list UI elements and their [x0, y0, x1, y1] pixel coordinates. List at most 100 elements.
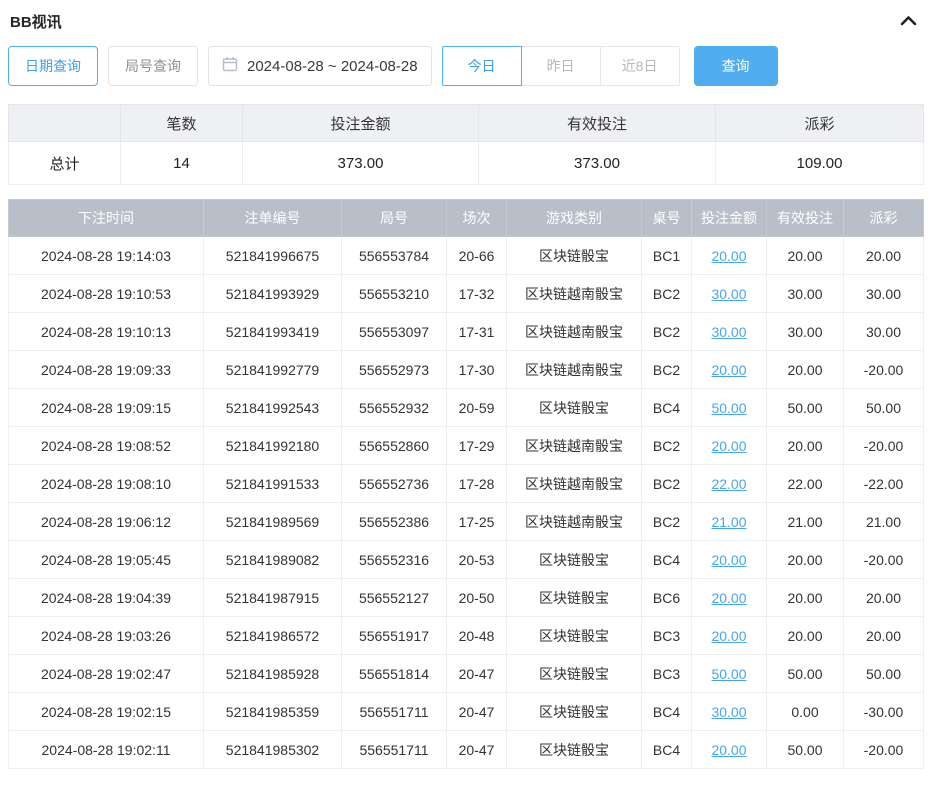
cell-order-number: 521841985928	[204, 655, 342, 693]
table-row: 2024-08-28 19:08:10 521841991533 5565527…	[9, 465, 924, 503]
table-row: 2024-08-28 19:09:33 521841992779 5565529…	[9, 351, 924, 389]
bet-amount-link[interactable]: 22.00	[711, 476, 746, 492]
summary-total-bet-amount: 373.00	[243, 142, 479, 185]
cell-session: 20-47	[447, 693, 507, 731]
cell-valid-bet: 21.00	[767, 503, 844, 541]
cell-order-number: 521841989569	[204, 503, 342, 541]
bet-amount-link[interactable]: 50.00	[711, 666, 746, 682]
range-today-button[interactable]: 今日	[442, 46, 522, 86]
cell-bet-time: 2024-08-28 19:02:11	[9, 731, 204, 769]
cell-round-number: 556552316	[342, 541, 447, 579]
cell-bet-time: 2024-08-28 19:09:15	[9, 389, 204, 427]
table-row: 2024-08-28 19:14:03 521841996675 5565537…	[9, 237, 924, 275]
cell-valid-bet: 50.00	[767, 655, 844, 693]
cell-table-number: BC4	[642, 731, 692, 769]
cell-valid-bet: 20.00	[767, 541, 844, 579]
cell-game-type: 区块链骰宝	[507, 655, 642, 693]
cell-bet-amount: 30.00	[692, 693, 767, 731]
bet-amount-link[interactable]: 20.00	[711, 552, 746, 568]
table-row: 2024-08-28 19:10:53 521841993929 5565532…	[9, 275, 924, 313]
cell-table-number: BC2	[642, 503, 692, 541]
summary-total-count: 14	[121, 142, 243, 185]
cell-valid-bet: 50.00	[767, 389, 844, 427]
cell-table-number: BC4	[642, 541, 692, 579]
cell-session: 17-29	[447, 427, 507, 465]
header-table-number: 桌号	[642, 200, 692, 237]
cell-bet-time: 2024-08-28 19:06:12	[9, 503, 204, 541]
cell-game-type: 区块链骰宝	[507, 617, 642, 655]
cell-bet-time: 2024-08-28 19:14:03	[9, 237, 204, 275]
range-last8days-button[interactable]: 近8日	[600, 46, 680, 86]
cell-game-type: 区块链越南骰宝	[507, 275, 642, 313]
cell-game-type: 区块链越南骰宝	[507, 313, 642, 351]
bet-amount-link[interactable]: 20.00	[711, 362, 746, 378]
cell-payout: 21.00	[844, 503, 924, 541]
cell-bet-amount: 50.00	[692, 389, 767, 427]
header-bet-time: 下注时间	[9, 200, 204, 237]
cell-game-type: 区块链越南骰宝	[507, 465, 642, 503]
summary-header-payout: 派彩	[716, 105, 924, 142]
cell-bet-amount: 20.00	[692, 351, 767, 389]
cell-payout: 50.00	[844, 389, 924, 427]
page-title: BB视讯	[10, 11, 62, 32]
cell-bet-amount: 20.00	[692, 237, 767, 275]
bet-amount-link[interactable]: 21.00	[711, 514, 746, 530]
cell-table-number: BC2	[642, 275, 692, 313]
cell-valid-bet: 30.00	[767, 313, 844, 351]
bb-video-panel: BB视讯 日期查询 局号查询 2024-08-28 ~ 2024-08-28 今…	[0, 0, 931, 789]
bet-table-body: 2024-08-28 19:14:03 521841996675 5565537…	[9, 237, 924, 769]
summary-total-valid-bet: 373.00	[479, 142, 716, 185]
cell-order-number: 521841993929	[204, 275, 342, 313]
summary-table: 笔数 投注金额 有效投注 派彩 总计 14 373.00 373.00 109.…	[8, 104, 924, 185]
date-range-picker[interactable]: 2024-08-28 ~ 2024-08-28	[208, 46, 432, 86]
round-query-button[interactable]: 局号查询	[108, 46, 198, 86]
cell-bet-amount: 20.00	[692, 541, 767, 579]
cell-order-number: 521841987915	[204, 579, 342, 617]
cell-bet-time: 2024-08-28 19:04:39	[9, 579, 204, 617]
date-query-button[interactable]: 日期查询	[8, 46, 98, 86]
table-row: 2024-08-28 19:06:12 521841989569 5565523…	[9, 503, 924, 541]
bet-amount-link[interactable]: 30.00	[711, 324, 746, 340]
cell-valid-bet: 20.00	[767, 617, 844, 655]
cell-payout: 50.00	[844, 655, 924, 693]
cell-bet-amount: 30.00	[692, 313, 767, 351]
cell-order-number: 521841992779	[204, 351, 342, 389]
cell-bet-time: 2024-08-28 19:09:33	[9, 351, 204, 389]
header-session: 场次	[447, 200, 507, 237]
bet-amount-link[interactable]: 50.00	[711, 400, 746, 416]
bet-amount-link[interactable]: 30.00	[711, 704, 746, 720]
cell-valid-bet: 20.00	[767, 579, 844, 617]
cell-table-number: BC3	[642, 655, 692, 693]
cell-session: 17-31	[447, 313, 507, 351]
table-row: 2024-08-28 19:03:26 521841986572 5565519…	[9, 617, 924, 655]
bet-table-header-row: 下注时间 注单编号 局号 场次 游戏类别 桌号 投注金额 有效投注 派彩	[9, 200, 924, 237]
cell-session: 20-47	[447, 731, 507, 769]
bet-amount-link[interactable]: 20.00	[711, 742, 746, 758]
table-row: 2024-08-28 19:05:45 521841989082 5565523…	[9, 541, 924, 579]
cell-bet-amount: 22.00	[692, 465, 767, 503]
bet-amount-link[interactable]: 20.00	[711, 590, 746, 606]
cell-payout: -30.00	[844, 693, 924, 731]
bet-amount-link[interactable]: 20.00	[711, 628, 746, 644]
bet-amount-link[interactable]: 30.00	[711, 286, 746, 302]
summary-total-row: 总计 14 373.00 373.00 109.00	[9, 142, 924, 185]
cell-session: 20-59	[447, 389, 507, 427]
cell-table-number: BC2	[642, 427, 692, 465]
cell-bet-amount: 20.00	[692, 731, 767, 769]
bet-records-table: 下注时间 注单编号 局号 场次 游戏类别 桌号 投注金额 有效投注 派彩 202…	[8, 199, 924, 769]
cell-payout: 20.00	[844, 617, 924, 655]
cell-session: 20-53	[447, 541, 507, 579]
bet-amount-link[interactable]: 20.00	[711, 438, 746, 454]
cell-round-number: 556552973	[342, 351, 447, 389]
cell-session: 20-48	[447, 617, 507, 655]
cell-order-number: 521841993419	[204, 313, 342, 351]
cell-valid-bet: 30.00	[767, 275, 844, 313]
cell-order-number: 521841992543	[204, 389, 342, 427]
bet-amount-link[interactable]: 20.00	[711, 248, 746, 264]
collapse-button[interactable]	[896, 9, 921, 33]
chevron-up-icon	[900, 13, 917, 29]
cell-table-number: BC2	[642, 313, 692, 351]
search-button[interactable]: 查询	[694, 46, 778, 86]
range-yesterday-button[interactable]: 昨日	[521, 46, 601, 86]
cell-bet-time: 2024-08-28 19:10:53	[9, 275, 204, 313]
